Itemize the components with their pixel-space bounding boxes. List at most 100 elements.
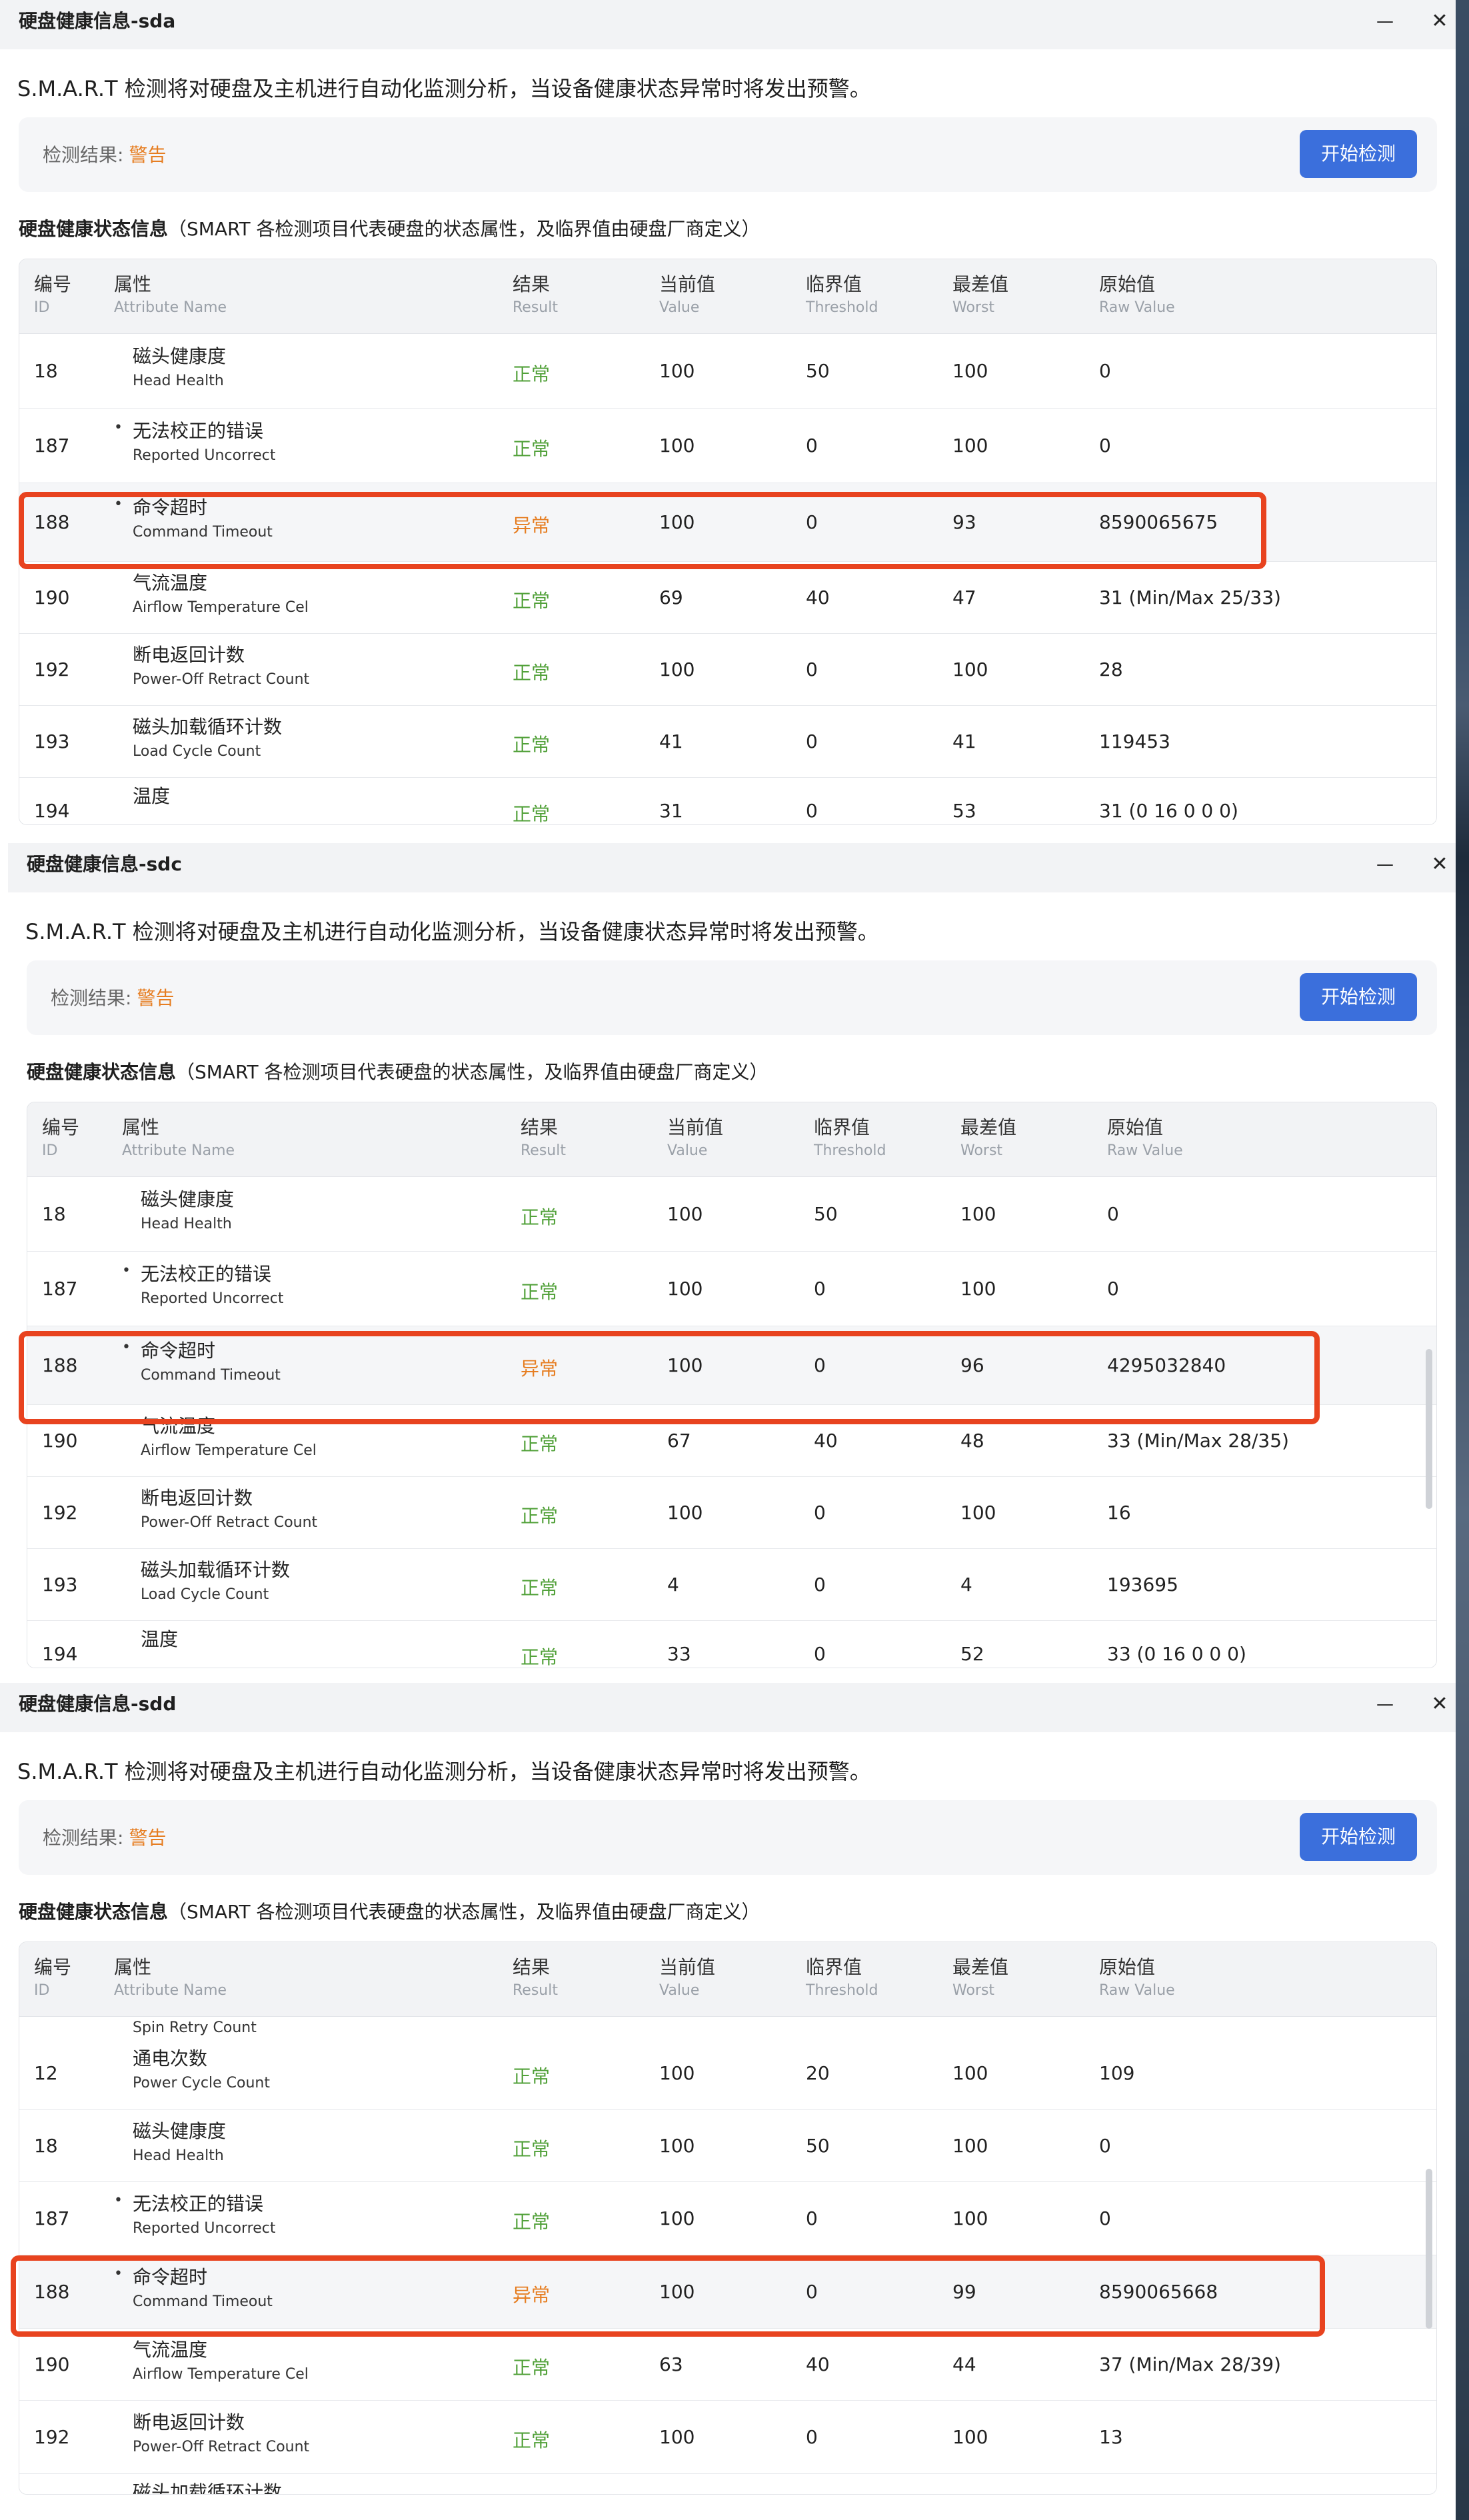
table-row[interactable]: 193磁头加载循环计数 [19, 2474, 1436, 2494]
column-header: 结果 Result [513, 1953, 558, 1999]
desktop-background [1456, 0, 1469, 2520]
table-row[interactable]: 192 断电返回计数 Power-Off Retract Count 正常 100 0 10… [19, 634, 1436, 706]
attr-name-en: Power-Off Retract Count [141, 1514, 318, 1531]
attr-worst: 93 [952, 511, 976, 533]
column-header-cn: 当前值 [659, 273, 716, 295]
table-row[interactable]: 18 磁头健康度 Head Health 正常 100 50 100 0 [19, 334, 1436, 409]
close-icon[interactable]: ✕ [1422, 4, 1456, 39]
column-header-cn: 当前值 [659, 1956, 716, 1978]
table-row[interactable]: 187 • 无法校正的错误 Reported Uncorrect 正常 100 0 100 0 [27, 1252, 1436, 1326]
column-header: 结果 Result [513, 270, 558, 316]
attr-name: 命令超时 Command Timeout [133, 493, 273, 541]
minimize-icon[interactable]: — [1368, 1687, 1402, 1722]
attr-value: 100 [667, 1354, 703, 1376]
attr-name-cn: 命令超时 [133, 2266, 208, 2288]
column-header: 临界值 Threshold [806, 270, 878, 316]
attr-name-cn: 无法校正的错误 [133, 2193, 264, 2215]
attr-value: 100 [659, 658, 695, 680]
column-header-en: Attribute Name [114, 299, 227, 316]
section-title-note: （SMART 各检测项目代表硬盘的状态属性，及临界值由硬盘厂商定义） [168, 1901, 760, 1923]
attr-name-cn: 断电返回计数 [133, 644, 245, 666]
attr-result: 正常 [513, 438, 551, 460]
attr-result: 正常 [521, 1577, 559, 1599]
table-row[interactable]: 190 气流温度 Airflow Temperature Cel 正常 67 40 48 33… [27, 1405, 1436, 1477]
smart-window: 硬盘健康信息-sdd — ✕ S.M.A.R.T 检测将对硬盘及主机进行自动化监测分析… [0, 1683, 1456, 2520]
column-header-cn: 属性 [114, 273, 152, 295]
section-title: 硬盘健康状态信息（SMART 各检测项目代表硬盘的状态属性，及临界值由硬盘厂商定… [19, 215, 760, 241]
attr-result: 正常 [513, 363, 551, 385]
column-header-en: Raw Value [1099, 299, 1175, 316]
attr-worst: 4 [960, 1574, 972, 1596]
table-row[interactable]: 188 • 命令超时 Command Timeout 异常 100 0 99 859006566… [19, 2255, 1436, 2329]
table-scrollbar[interactable] [1426, 1349, 1432, 1509]
table-header: 编号 ID 属性 Attribute Name 结果 Result 当前值 Value 临界值 T… [19, 1942, 1436, 2017]
column-header-cn: 原始值 [1099, 1956, 1156, 1978]
column-header: 原始值 Raw Value [1099, 270, 1175, 316]
table-header: 编号 ID 属性 Attribute Name 结果 Result 当前值 Value 临界值 T… [19, 259, 1436, 334]
table-row[interactable]: 194 温度 正常 33 0 52 33 (0 16 0 0 0) [27, 1621, 1436, 1668]
column-header-cn: 临界值 [814, 1116, 870, 1138]
attr-threshold: 0 [814, 1278, 826, 1300]
column-header-en: Result [513, 1982, 558, 1999]
attr-threshold: 40 [806, 2353, 830, 2375]
attr-name-en: Reported Uncorrect [141, 1290, 284, 1307]
table-row[interactable]: 193 磁头加载循环计数 Load Cycle Count 正常 4 0 4 193695 [27, 1549, 1436, 1621]
attr-name: 气流温度 Airflow Temperature Cel [133, 2335, 309, 2383]
column-header-cn: 属性 [122, 1116, 160, 1138]
attr-threshold: 0 [814, 1574, 826, 1596]
attr-name-cn: 断电返回计数 [133, 2411, 245, 2433]
table-row[interactable]: 18 磁头健康度 Head Health 正常 100 50 100 0 [27, 1177, 1436, 1252]
start-check-button[interactable]: 开始检测 [1300, 973, 1417, 1021]
column-header-en: Value [659, 299, 700, 316]
table-row[interactable]: 193 磁头加载循环计数 Load Cycle Count 正常 41 0 41 119453 [19, 706, 1436, 778]
close-icon[interactable]: ✕ [1422, 1687, 1456, 1722]
column-header-en: Raw Value [1107, 1142, 1183, 1159]
attr-value: 69 [659, 587, 683, 609]
table-row[interactable]: 192 断电返回计数 Power-Off Retract Count 正常 100 0 10… [27, 1477, 1436, 1549]
table-row[interactable]: 190 气流温度 Airflow Temperature Cel 正常 63 40 44 37… [19, 2329, 1436, 2401]
title-bar: 硬盘健康信息-sda — ✕ [0, 0, 1456, 49]
result-label: 检测结果: 警告 [43, 1824, 166, 1850]
attr-id: 188 [42, 1354, 78, 1376]
smart-table: 18 磁头健康度 Head Health 正常 100 50 100 0 187 • 无法校正的错误… [19, 259, 1437, 825]
table-row[interactable]: 188 • 命令超时 Command Timeout 异常 100 0 93 859006567… [19, 483, 1436, 562]
attr-threshold: 0 [806, 511, 818, 533]
attr-result: 异常 [513, 515, 551, 537]
attr-raw-value: 0 [1099, 435, 1111, 457]
close-icon[interactable]: ✕ [1422, 847, 1456, 882]
column-header-en: Threshold [806, 299, 878, 316]
smart-table: 18 磁头健康度 Head Health 正常 100 50 100 0 187 • 无法校正的错误… [27, 1102, 1437, 1668]
column-header-en: Attribute Name [114, 1982, 227, 1999]
table-row[interactable]: 12 通电次数 Power Cycle Count 正常 100 20 100 109 [19, 2037, 1436, 2110]
attr-name: 命令超时 Command Timeout [133, 2263, 273, 2310]
table-row[interactable]: 187 • 无法校正的错误 Reported Uncorrect 正常 100 0 100 0 [19, 409, 1436, 483]
start-check-button[interactable]: 开始检测 [1300, 130, 1417, 178]
attr-name-cn: 无法校正的错误 [141, 1263, 272, 1285]
minimize-icon[interactable]: — [1368, 4, 1402, 39]
column-header: 最差值 Worst [952, 270, 1008, 316]
attr-result: 正常 [521, 1206, 559, 1228]
column-header-en: Threshold [814, 1142, 886, 1159]
attr-raw-value: 37 (Min/Max 28/39) [1099, 2353, 1281, 2375]
attr-value: 33 [667, 1643, 691, 1665]
attr-id: 188 [34, 2281, 70, 2303]
table-row[interactable]: 187 • 无法校正的错误 Reported Uncorrect 正常 100 0 100 0 [19, 2182, 1436, 2255]
attr-raw-value: 8590065675 [1099, 511, 1218, 533]
attr-value: 41 [659, 730, 683, 752]
table-row[interactable]: 190 气流温度 Airflow Temperature Cel 正常 69 40 47 31… [19, 562, 1436, 634]
attr-name: 温度 [141, 1625, 178, 1656]
column-header-en: ID [34, 299, 50, 316]
column-header: 最差值 Worst [952, 1953, 1008, 1999]
table-row[interactable]: 194 温度 正常 31 0 53 31 (0 16 0 0 0) [19, 778, 1436, 824]
start-check-button[interactable]: 开始检测 [1300, 1813, 1417, 1861]
attr-raw-value: 119453 [1099, 730, 1170, 752]
attr-raw-value: 109 [1099, 2062, 1135, 2084]
attr-worst: 100 [960, 1502, 996, 1524]
table-scrollbar[interactable] [1426, 2169, 1432, 2329]
minimize-icon[interactable]: — [1368, 847, 1402, 882]
table-row[interactable]: 188 • 命令超时 Command Timeout 异常 100 0 96 429503284… [27, 1326, 1436, 1405]
bullet-marker: • [114, 419, 123, 436]
table-row[interactable]: 192 断电返回计数 Power-Off Retract Count 正常 100 0 10… [19, 2401, 1436, 2474]
table-row[interactable]: 18 磁头健康度 Head Health 正常 100 50 100 0 [19, 2110, 1436, 2182]
attr-name-cn: 命令超时 [141, 1340, 216, 1362]
